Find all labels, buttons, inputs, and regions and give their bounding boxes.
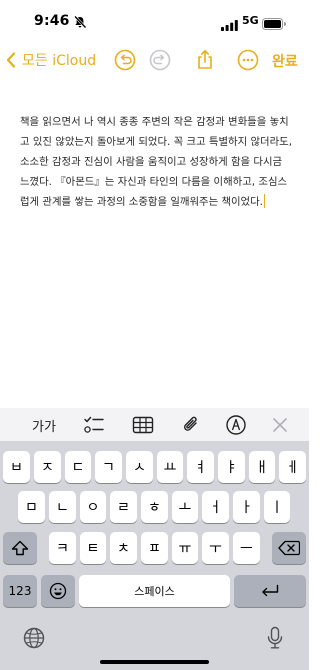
chevron-left-icon — [6, 52, 16, 68]
key-row2-3[interactable]: ㅇ — [80, 491, 106, 523]
key-row3-2[interactable]: ㅌ — [80, 532, 106, 564]
key-row1-7[interactable]: ㅕ — [187, 451, 214, 483]
key-row1-2[interactable]: ㅈ — [34, 451, 61, 483]
return-key[interactable] — [234, 575, 306, 607]
space-key[interactable]: 스페이스 — [79, 575, 230, 607]
note-body[interactable]: 책을 읽으면서 나 역시 종종 주변의 작은 감정과 변화들을 놓치고 있진 않… — [20, 112, 294, 212]
bell-muted-icon — [73, 14, 87, 29]
key-row3-3[interactable]: ㅊ — [110, 532, 137, 564]
status-time: 9:46 — [34, 13, 70, 29]
status-bar: 9:46 5G — [0, 0, 309, 42]
key-row3-5[interactable]: ㅠ — [172, 532, 198, 564]
shift-key[interactable] — [3, 532, 37, 564]
keyboard-area: 가가 ㅂ ㅈ ㄷ ㄱ ㅅ ㅛ ㅕ ㅑ ㅐ ㅔ ㅁ ㄴ ㅇ ㄹ ㅎ ㅗ ㅓ ㅏ ㅣ… — [0, 408, 309, 670]
key-row2-6[interactable]: ㅗ — [172, 491, 198, 523]
network-type: 5G — [242, 14, 259, 27]
key-row2-1[interactable]: ㅁ — [18, 491, 45, 523]
paperclip-icon[interactable] — [179, 414, 203, 436]
back-button[interactable]: 모든 iCloud — [6, 49, 96, 71]
key-row1-6[interactable]: ㅛ — [157, 451, 183, 483]
key-row3-4[interactable]: ㅍ — [141, 532, 168, 564]
format-toolbar: 가가 — [0, 408, 309, 441]
more-icon[interactable] — [236, 48, 260, 72]
signal-icon — [221, 16, 238, 31]
pen-markup-icon[interactable] — [224, 414, 248, 436]
text-cursor — [263, 194, 266, 208]
key-row1-4[interactable]: ㄱ — [95, 451, 122, 483]
key-row2-5[interactable]: ㅎ — [141, 491, 168, 523]
key-row1-1[interactable]: ㅂ — [3, 451, 30, 483]
emoji-key[interactable] — [41, 575, 75, 607]
undo-icon[interactable] — [113, 48, 137, 72]
close-icon[interactable] — [268, 414, 292, 436]
back-label: 모든 iCloud — [22, 53, 97, 69]
redo-icon[interactable] — [148, 48, 172, 72]
checklist-icon[interactable] — [82, 414, 106, 436]
microphone-icon[interactable] — [267, 626, 283, 654]
done-button[interactable]: 완료 — [272, 51, 298, 71]
return-icon — [262, 584, 279, 597]
key-row1-3[interactable]: ㄷ — [65, 451, 91, 483]
key-row2-8[interactable]: ㅏ — [233, 491, 260, 523]
key-row3-6[interactable]: ㅜ — [202, 532, 229, 564]
numbers-key[interactable]: 123 — [3, 575, 37, 607]
text-format-button[interactable]: 가가 — [30, 414, 58, 436]
share-icon[interactable] — [193, 48, 217, 72]
table-icon[interactable] — [131, 414, 155, 436]
key-row1-9[interactable]: ㅐ — [249, 451, 275, 483]
key-row3-1[interactable]: ㅋ — [49, 532, 76, 564]
globe-icon[interactable] — [23, 627, 45, 653]
key-row2-4[interactable]: ㄹ — [110, 491, 137, 523]
shift-icon — [11, 540, 29, 556]
backspace-icon — [278, 540, 300, 556]
emoji-icon — [49, 582, 67, 600]
key-row1-10[interactable]: ㅔ — [279, 451, 306, 483]
nav-bar: 모든 iCloud 완료 — [0, 42, 309, 78]
key-row1-8[interactable]: ㅑ — [218, 451, 245, 483]
key-row2-2[interactable]: ㄴ — [49, 491, 76, 523]
key-row2-7[interactable]: ㅓ — [202, 491, 229, 523]
key-row3-7[interactable]: ㅡ — [233, 532, 260, 564]
key-row2-9[interactable]: ㅣ — [264, 491, 290, 523]
home-indicator — [100, 660, 209, 664]
battery-icon — [262, 15, 286, 30]
key-row1-5[interactable]: ㅅ — [126, 451, 153, 483]
note-text: 책을 읽으면서 나 역시 종종 주변의 작은 감정과 변화들을 놓치고 있진 않… — [20, 116, 293, 208]
backspace-key[interactable] — [272, 532, 306, 564]
